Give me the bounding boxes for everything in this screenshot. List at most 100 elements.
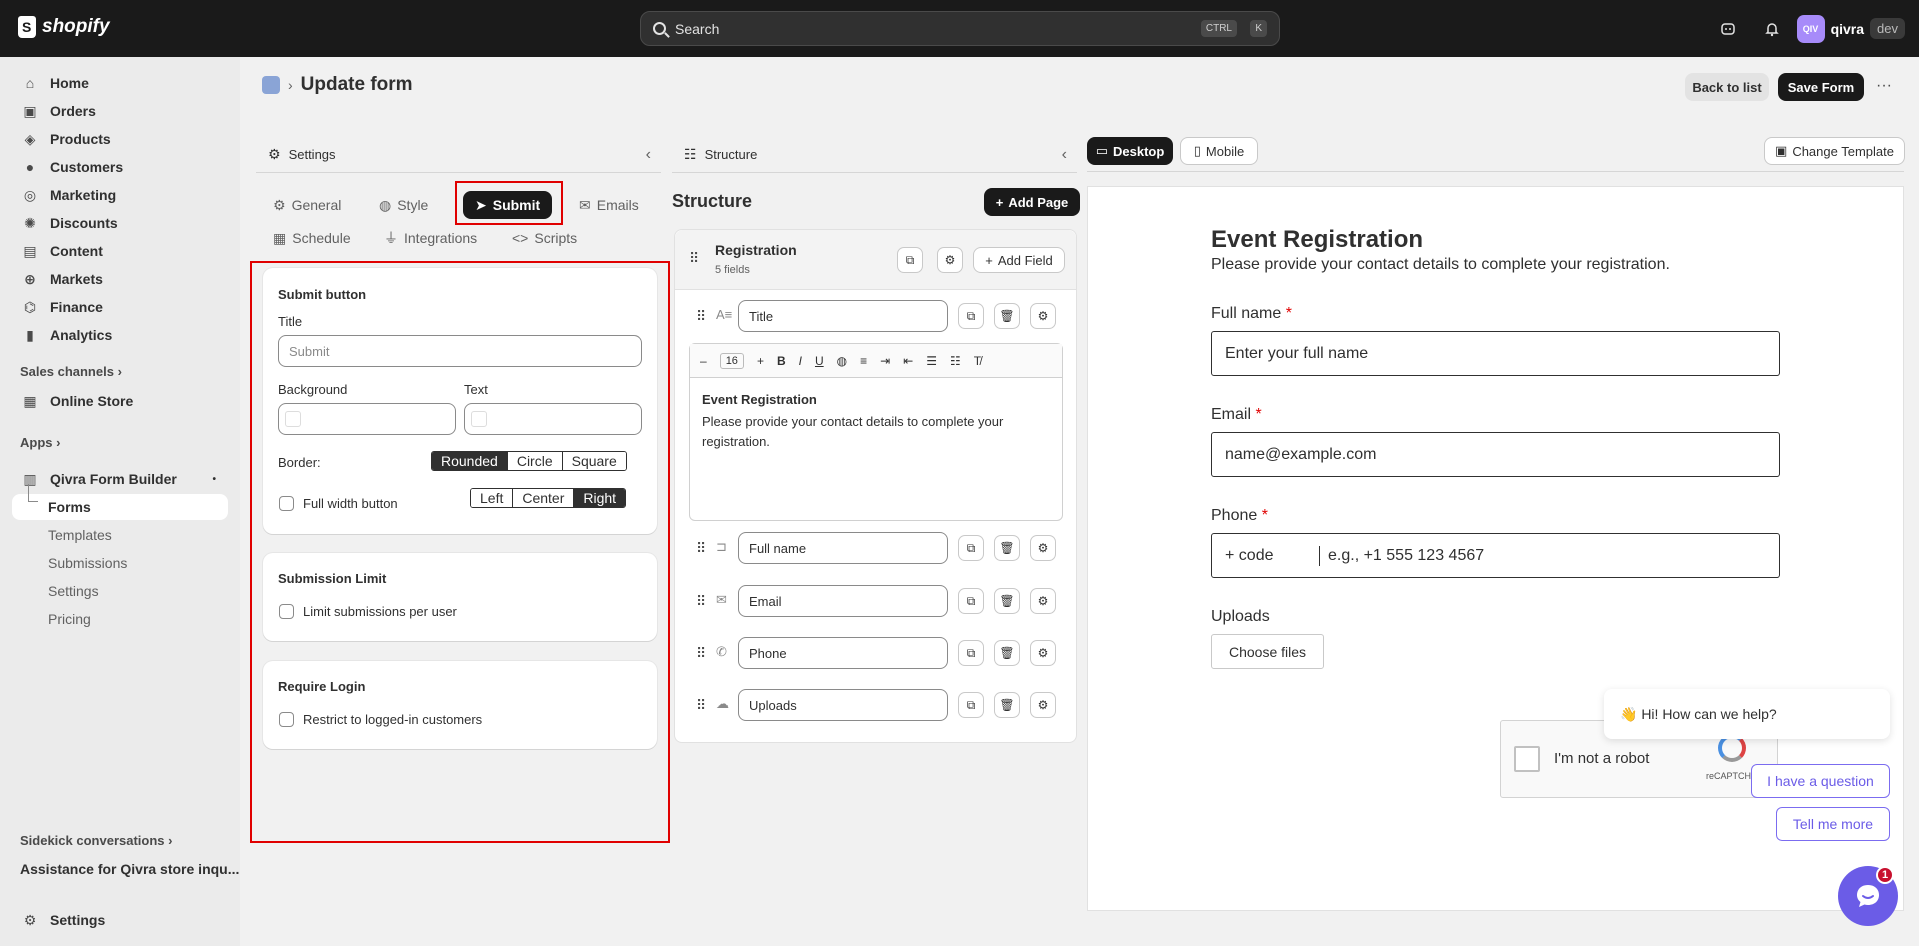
save-form-button[interactable]: Save Form — [1778, 73, 1864, 101]
field-row-title[interactable]: ⠿ A≡ Title ⧉ 🗑 ⚙ — [688, 300, 1073, 332]
gear-icon[interactable]: ⚙ — [1030, 588, 1056, 614]
tab-schedule[interactable]: ▦ Schedule — [261, 224, 363, 252]
drag-handle-icon[interactable]: ⠿ — [696, 697, 706, 714]
sidebar-item-templates[interactable]: Templates — [12, 522, 228, 548]
field-row-email[interactable]: ⠿ ✉ Email ⧉ 🗑 ⚙ — [688, 585, 1073, 617]
duplicate-page-icon[interactable]: ⧉ — [897, 247, 923, 273]
sidebar-item-app[interactable]: ▥ Qivra Form Builder • — [12, 466, 228, 492]
sidebar-item-products[interactable]: ◈ Products — [12, 126, 228, 152]
bell-icon[interactable] — [1757, 14, 1787, 44]
italic-icon[interactable]: I — [799, 354, 802, 368]
gear-icon[interactable]: ⚙ — [1030, 692, 1056, 718]
sidekick-conversation[interactable]: Assistance for Qivra store inqu... — [20, 861, 239, 877]
chat-greeting-bubble[interactable]: 👋 Hi! How can we help? — [1604, 689, 1890, 739]
drag-handle-icon[interactable]: ⠿ — [696, 308, 706, 325]
gear-icon[interactable]: ⚙ — [1030, 303, 1056, 329]
decrease-font-icon[interactable]: – — [700, 354, 707, 368]
drag-handle-icon[interactable]: ⠿ — [696, 593, 706, 610]
sidebar-item-finance[interactable]: ⌬ Finance — [12, 294, 228, 320]
gear-icon[interactable]: ⚙ — [1030, 640, 1056, 666]
duplicate-icon[interactable]: ⧉ — [958, 640, 984, 666]
mobile-view-button[interactable]: ▯ Mobile — [1180, 137, 1258, 165]
sidebar-item-settings[interactable]: ⚙ Settings — [12, 907, 228, 933]
tab-emails[interactable]: ✉ Emails — [567, 191, 651, 219]
more-actions-icon[interactable]: ··· — [1876, 77, 1892, 95]
sidebar-item-orders[interactable]: ▣ Orders — [12, 98, 228, 124]
tab-general[interactable]: ⚙ General — [261, 191, 354, 219]
sidebar-item-pricing[interactable]: Pricing — [12, 606, 228, 632]
search-bar[interactable]: Search CTRL K — [640, 11, 1280, 46]
page-settings-icon[interactable]: ⚙ — [937, 247, 963, 273]
collapse-structure-icon[interactable]: ‹ — [1062, 146, 1067, 164]
trash-icon[interactable]: 🗑 — [994, 303, 1020, 329]
field-name[interactable]: Uploads — [738, 689, 948, 721]
phone-number-input[interactable]: e.g., +1 555 123 4567 — [1320, 547, 1484, 565]
store-name[interactable]: qivra — [1831, 21, 1864, 37]
sidebar-item-home[interactable]: ⌂ Home — [12, 70, 228, 96]
email-input[interactable]: name@example.com — [1211, 432, 1780, 477]
sidebar-item-content[interactable]: ▤ Content — [12, 238, 228, 264]
collapse-settings-icon[interactable]: ‹ — [646, 146, 651, 164]
sales-channels-heading[interactable]: Sales channels › — [20, 364, 122, 379]
chat-option-question[interactable]: I have a question — [1751, 764, 1890, 798]
underline-icon[interactable]: U — [815, 354, 824, 368]
trash-icon[interactable]: 🗑 — [994, 535, 1020, 561]
desktop-view-button[interactable]: ▭ Desktop — [1087, 137, 1173, 165]
editor-body-text[interactable]: Please provide your contact details to c… — [702, 412, 1052, 452]
align-icon[interactable]: ≡ — [860, 354, 867, 368]
field-row-phone[interactable]: ⠿ ✆ Phone ⧉ 🗑 ⚙ — [688, 637, 1073, 669]
field-name[interactable]: Phone — [738, 637, 948, 669]
app-breadcrumb-icon[interactable] — [262, 76, 280, 94]
back-to-list-button[interactable]: Back to list — [1685, 73, 1769, 101]
increase-font-icon[interactable]: + — [757, 354, 764, 368]
indent-icon[interactable]: ⇥ — [880, 354, 890, 368]
drag-handle-icon[interactable]: ⠿ — [689, 250, 699, 267]
apps-heading[interactable]: Apps › — [20, 435, 60, 450]
field-name[interactable]: Full name — [738, 532, 948, 564]
field-row-uploads[interactable]: ⠿ ☁ Uploads ⧉ 🗑 ⚙ — [688, 689, 1073, 721]
sidekick-icon[interactable] — [1713, 14, 1743, 44]
duplicate-icon[interactable]: ⧉ — [958, 535, 984, 561]
sidebar-item-markets[interactable]: ⊕ Markets — [12, 266, 228, 292]
tab-integrations[interactable]: ⏚ Integrations — [372, 224, 490, 252]
field-name[interactable]: Title — [738, 300, 948, 332]
field-row-full-name[interactable]: ⠿ ⊐ Full name ⧉ 🗑 ⚙ — [688, 532, 1073, 564]
duplicate-icon[interactable]: ⧉ — [958, 303, 984, 329]
numbered-list-icon[interactable]: ☷ — [950, 354, 961, 368]
trash-icon[interactable]: 🗑 — [994, 640, 1020, 666]
drag-handle-icon[interactable]: ⠿ — [696, 645, 706, 662]
gear-icon[interactable]: ⚙ — [1030, 535, 1056, 561]
sidebar-item-marketing[interactable]: ◎ Marketing — [12, 182, 228, 208]
tab-style[interactable]: ◍ Style — [367, 191, 441, 219]
add-field-button[interactable]: + Add Field — [973, 247, 1065, 273]
shopify-logo[interactable]: shopify — [18, 16, 110, 38]
sidebar-item-submissions[interactable]: Submissions — [12, 550, 228, 576]
sidekick-heading[interactable]: Sidekick conversations › — [20, 833, 172, 848]
chat-option-tell-more[interactable]: Tell me more — [1776, 807, 1890, 841]
sidebar-item-online-store[interactable]: ▦ Online Store — [12, 388, 228, 414]
bullet-list-icon[interactable]: ☰ — [926, 354, 937, 368]
field-name[interactable]: Email — [738, 585, 948, 617]
bold-icon[interactable]: B — [777, 354, 786, 368]
duplicate-icon[interactable]: ⧉ — [958, 692, 984, 718]
add-page-button[interactable]: + Add Page — [984, 188, 1080, 216]
trash-icon[interactable]: 🗑 — [994, 692, 1020, 718]
sidebar-item-app-settings[interactable]: Settings — [12, 578, 228, 604]
fullname-input[interactable]: Enter your full name — [1211, 331, 1780, 376]
color-icon[interactable]: ◍ — [837, 354, 847, 368]
phone-code-select[interactable]: + code — [1212, 545, 1320, 566]
choose-files-button[interactable]: Choose files — [1211, 634, 1324, 669]
recaptcha-checkbox[interactable] — [1514, 746, 1540, 772]
outdent-icon[interactable]: ⇤ — [903, 354, 913, 368]
duplicate-icon[interactable]: ⧉ — [958, 588, 984, 614]
font-size-input[interactable]: 16 — [719, 352, 744, 369]
change-template-button[interactable]: ▣ Change Template — [1764, 137, 1905, 165]
trash-icon[interactable]: 🗑 — [994, 588, 1020, 614]
sidebar-item-analytics[interactable]: ▮ Analytics — [12, 322, 228, 348]
drag-handle-icon[interactable]: ⠿ — [696, 540, 706, 557]
clear-format-icon[interactable]: T̸ — [974, 354, 981, 368]
tab-scripts[interactable]: <> Scripts — [500, 224, 590, 252]
sidebar-item-forms[interactable]: Forms — [12, 484, 228, 520]
sidebar-item-discounts[interactable]: ✺ Discounts — [12, 210, 228, 236]
sidebar-item-customers[interactable]: ● Customers — [12, 154, 228, 180]
